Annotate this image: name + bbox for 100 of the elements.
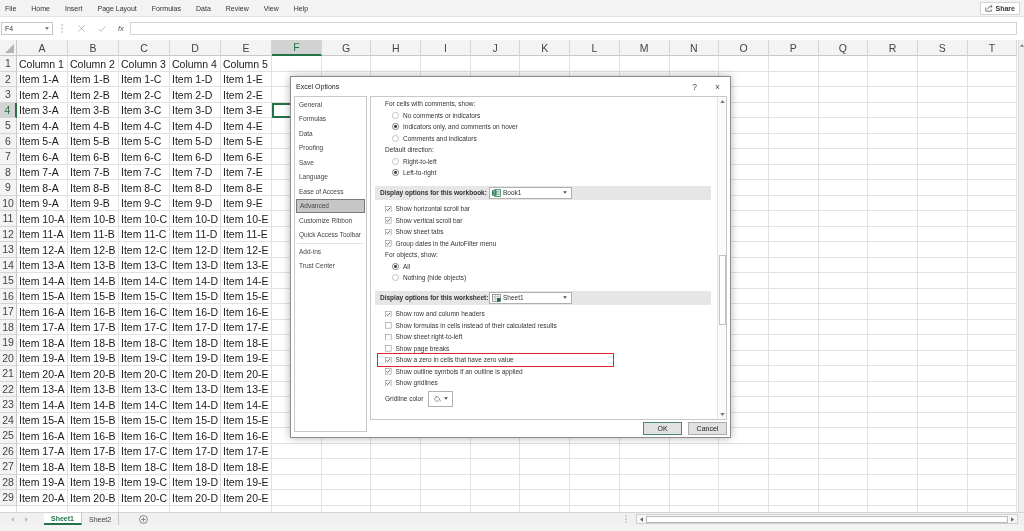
table-cell-text: Column 2: [69, 56, 116, 72]
table-cell-text: Item 19-B: [69, 351, 117, 366]
table-cell-text: Item 9-B: [69, 196, 111, 211]
table-cell-text: Item 1-B: [69, 72, 111, 87]
table-cell-text: Item 20-E: [222, 366, 270, 382]
table-cell-text: Item 19-E: [222, 475, 270, 490]
table-cell-text: Item 9-A: [18, 196, 60, 211]
table-cell-text: Item 17-B: [69, 444, 117, 459]
table-cell-text: Item 11-A: [18, 227, 65, 242]
table-cell-text: Item 15-C: [120, 289, 169, 304]
table-cell-text: Item 20-C: [120, 490, 169, 506]
table-cell-text: Item 16-B: [69, 428, 117, 444]
table-cell-text: Item 18-C: [120, 459, 169, 475]
table-cell-text: Item 11-D: [171, 227, 219, 242]
table-cell-text: Column 1: [18, 56, 65, 72]
table-cell-text: Item 5-B: [69, 134, 111, 149]
table-cell-text: Item 7-C: [120, 165, 163, 180]
table-cell-text: Item 15-D: [171, 413, 220, 428]
table-cell-text: Item 16-C: [120, 428, 169, 444]
table-cell-text: Column 4: [171, 56, 218, 72]
table-cell-text: Item 15-A: [18, 289, 66, 304]
table-cell-text: Item 8-D: [171, 180, 214, 196]
table-cell-text: Item 13-D: [171, 382, 220, 397]
table-cell-text: Item 2-D: [171, 87, 214, 103]
table-cell-text: Item 19-D: [171, 351, 220, 366]
table-cell-text: Item 17-E: [222, 320, 270, 335]
table-cell-text: Item 13-E: [222, 382, 270, 397]
table-cell-text: Item 15-B: [69, 413, 117, 428]
table-cell-text: Column 3: [120, 56, 167, 72]
table-cell-text: Item 1-C: [120, 72, 163, 87]
table-cell-text: Item 15-D: [171, 289, 220, 304]
table-cell-text: Item 4-A: [18, 118, 60, 134]
table-cell-text: Item 1-A: [18, 72, 60, 87]
table-cell-text: Item 13-B: [69, 382, 117, 397]
table-cell-text: Item 8-C: [120, 180, 163, 196]
table-cell-text: Item 7-E: [222, 165, 264, 180]
table-cell-text: Item 4-B: [69, 118, 111, 134]
table-cell-text: Item 11-B: [69, 227, 116, 242]
table-cell-text: Item 18-E: [222, 459, 270, 475]
table-cell-text: Item 13-B: [69, 258, 117, 273]
table-cell-text: Item 16-A: [18, 304, 66, 320]
table-cell-text: Item 16-E: [222, 304, 270, 320]
table-cell-text: Item 20-C: [120, 366, 169, 382]
table-cell-text: Item 16-B: [69, 304, 117, 320]
table-cell-text: Item 15-C: [120, 413, 169, 428]
table-cell-text: Item 15-B: [69, 289, 117, 304]
table-cell-text: Item 1-D: [171, 72, 214, 87]
table-cell-text: Item 10-A: [18, 211, 66, 227]
table-cell-text: Item 14-C: [120, 273, 169, 289]
table-cell-text: Item 17-D: [171, 444, 220, 459]
table-cell-text: Item 19-A: [18, 351, 66, 366]
table-cell-text: Item 16-C: [120, 304, 169, 320]
table-cell-text: Item 13-C: [120, 382, 169, 397]
table-cell-text: Item 12-D: [171, 242, 220, 258]
table-cell-text: Item 13-A: [18, 382, 66, 397]
table-cell-text: Item 2-E: [222, 87, 264, 103]
table-cell-text: Item 11-E: [222, 227, 269, 242]
table-cell-text: Item 7-D: [171, 165, 214, 180]
table-cell-text: Item 2-C: [120, 87, 163, 103]
table-cell-text: Item 17-B: [69, 320, 117, 335]
table-cell-text: Item 10-E: [222, 211, 270, 227]
table-cell-text: Item 3-D: [171, 103, 214, 118]
table-cell-text: Item 19-E: [222, 351, 270, 366]
table-cell-text: Item 14-A: [18, 397, 66, 413]
table-cell-text: Item 9-D: [171, 196, 214, 211]
table-cell-text: Item 14-A: [18, 273, 66, 289]
table-cell-text: Item 17-E: [222, 444, 270, 459]
table-cell-text: Item 13-C: [120, 258, 169, 273]
table-cell-text: Item 11-C: [120, 227, 168, 242]
table-cell-text: Item 18-B: [69, 459, 117, 475]
table-cell-text: Item 18-A: [18, 335, 66, 351]
table-cell-text: Item 6-A: [18, 149, 60, 165]
table-cell-text: Item 4-E: [222, 118, 264, 134]
table-cell-text: Item 8-B: [69, 180, 111, 196]
table-cell-text: Item 14-D: [171, 273, 220, 289]
table-cell-text: Item 6-D: [171, 149, 214, 165]
table-cell-text: Item 13-D: [171, 258, 220, 273]
table-cell-text: Item 12-C: [120, 242, 169, 258]
table-cell-text: Item 15-A: [18, 413, 66, 428]
table-cell-text: Item 20-A: [18, 366, 66, 382]
table-cell-text: Item 6-C: [120, 149, 163, 165]
table-cell-text: Item 18-E: [222, 335, 270, 351]
table-cell-text: Item 15-E: [222, 413, 270, 428]
table-cell-text: Item 20-D: [171, 490, 220, 506]
table-cell-text: Item 17-A: [18, 444, 66, 459]
table-cell-text: Item 14-B: [69, 397, 117, 413]
table-cell-text: Item 7-A: [18, 165, 60, 180]
table-cell-text: Item 9-E: [222, 196, 264, 211]
table-cell-text: Item 10-B: [69, 211, 117, 227]
table-cell-text: Item 10-C: [120, 211, 169, 227]
table-cell-text: Item 10-D: [171, 211, 220, 227]
table-cell-text: Item 19-C: [120, 351, 169, 366]
table-cell-text: Item 18-D: [171, 459, 220, 475]
table-cell-text: Item 4-D: [171, 118, 214, 134]
table-cell-text: Item 18-D: [171, 335, 220, 351]
table-cell-text: Item 6-B: [69, 149, 111, 165]
table-cell-text: Item 1-E: [222, 72, 264, 87]
table-cell-text: Item 12-A: [18, 242, 66, 258]
table-cell-text: Item 20-B: [69, 490, 117, 506]
table-cell-text: Item 17-D: [171, 320, 220, 335]
